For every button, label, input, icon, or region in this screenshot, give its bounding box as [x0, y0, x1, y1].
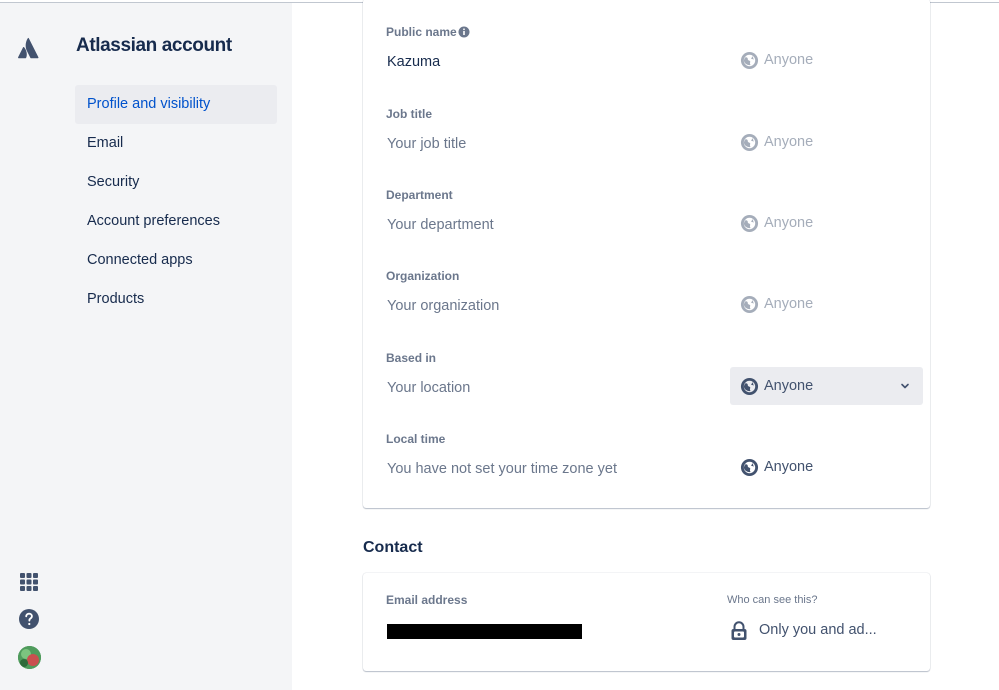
app-switcher-icon[interactable]: [18, 571, 40, 593]
visibility-indicator: Anyone: [730, 448, 923, 486]
visibility-indicator: Anyone: [730, 204, 923, 242]
visibility-label: Anyone: [764, 459, 814, 475]
location-input[interactable]: Your location: [387, 380, 470, 396]
chevron-down-icon: [901, 383, 909, 389]
sidebar-item-security[interactable]: Security: [75, 163, 277, 202]
field-label: Organization: [386, 269, 460, 283]
visibility-label: Anyone: [764, 296, 814, 312]
user-avatar[interactable]: [18, 646, 41, 669]
field-label: Job title: [386, 107, 433, 121]
visibility-label: Anyone: [764, 134, 814, 150]
field-local-time: Local time You have not set your time zo…: [386, 432, 906, 512]
field-label: Based in: [386, 351, 437, 365]
sidebar-item-profile-and-visibility[interactable]: Profile and visibility: [75, 85, 277, 124]
globe-icon: [740, 51, 759, 70]
visibility-label: Anyone: [764, 378, 814, 394]
email-address-label: Email address: [386, 593, 468, 607]
globe-icon: [740, 295, 759, 314]
visibility-label: Anyone: [764, 215, 814, 231]
info-icon[interactable]: [458, 26, 470, 38]
field-label: Local time: [386, 432, 446, 446]
help-icon[interactable]: [18, 608, 40, 630]
visibility-dropdown[interactable]: Anyone: [730, 367, 923, 405]
department-input[interactable]: Your department: [387, 217, 494, 233]
settings-sidebar: Atlassian account Profile and visibility…: [58, 3, 292, 690]
public-name-value[interactable]: Kazuma: [387, 54, 440, 70]
job-title-input[interactable]: Your job title: [387, 136, 466, 152]
field-department: Department Your department Anyone: [386, 188, 906, 268]
email-visibility-value[interactable]: Only you and ad...: [759, 622, 877, 638]
app-title: Atlassian account: [76, 35, 232, 56]
global-nav-rail: [0, 3, 58, 690]
visibility-indicator: Anyone: [730, 41, 923, 79]
about-you-card: Public name Kazuma Anyone Job title Your: [363, 0, 930, 508]
globe-icon: [740, 377, 759, 396]
organization-input[interactable]: Your organization: [387, 298, 499, 314]
globe-icon: [740, 133, 759, 152]
sidebar-item-products[interactable]: Products: [75, 280, 277, 319]
field-based-in: Based in Your location Anyone: [386, 351, 923, 431]
atlassian-logo-icon[interactable]: [17, 36, 41, 60]
who-can-see-label: Who can see this?: [727, 594, 818, 606]
local-time-value: You have not set your time zone yet: [387, 461, 617, 477]
lock-icon: [731, 621, 747, 640]
redacted-email-value: [387, 624, 582, 639]
main-content: Public name Kazuma Anyone Job title Your: [292, 0, 999, 690]
field-label: Department: [386, 188, 453, 202]
avatar-image-icon: [18, 646, 41, 669]
globe-icon: [740, 458, 759, 477]
sidebar-nav: Profile and visibility Email Security Ac…: [75, 85, 277, 319]
globe-icon: [740, 214, 759, 233]
field-label: Public name: [386, 25, 457, 39]
contact-card: Email address Who can see this? Only you…: [363, 573, 930, 671]
field-organization: Organization Your organization Anyone: [386, 269, 906, 349]
sidebar-item-email[interactable]: Email: [75, 124, 277, 163]
sidebar-item-account-preferences[interactable]: Account preferences: [75, 202, 277, 241]
field-job-title: Job title Your job title Anyone: [386, 107, 906, 187]
visibility-indicator: Anyone: [730, 285, 923, 323]
visibility-label: Anyone: [764, 52, 814, 68]
contact-section-title: Contact: [363, 539, 423, 556]
field-public-name: Public name Kazuma Anyone: [386, 25, 906, 105]
sidebar-item-connected-apps[interactable]: Connected apps: [75, 241, 277, 280]
visibility-indicator: Anyone: [730, 123, 923, 161]
